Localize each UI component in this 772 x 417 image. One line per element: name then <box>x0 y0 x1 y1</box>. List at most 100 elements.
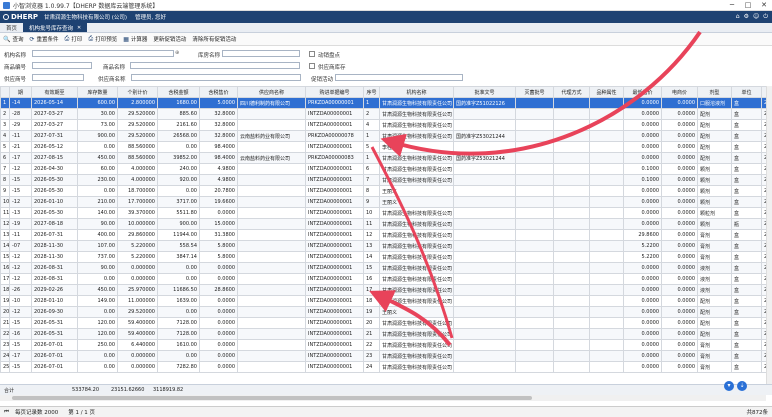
table-cell[interactable] <box>515 251 554 263</box>
table-cell[interactable] <box>453 350 516 362</box>
table-cell[interactable]: INTZDA00000001 <box>305 119 364 131</box>
table-cell[interactable]: 盒 <box>731 196 762 208</box>
table-cell[interactable] <box>515 174 554 186</box>
supplier-name-input[interactable] <box>131 74 301 81</box>
table-cell[interactable]: 240.00 <box>157 163 200 175</box>
table-cell[interactable] <box>453 108 516 120</box>
table-cell[interactable]: 0.0000 <box>199 361 238 373</box>
table-cell[interactable]: 云南盐料药业有限公司 <box>237 130 306 142</box>
table-cell[interactable]: 0.00 <box>77 306 118 318</box>
table-cell[interactable] <box>553 163 590 175</box>
table-cell[interactable]: -10 <box>9 295 32 307</box>
minimize-icon[interactable]: ─ <box>724 1 740 9</box>
table-cell[interactable]: 3847.14 <box>157 251 200 263</box>
table-cell[interactable]: 0.0000 <box>623 317 662 329</box>
table-cell[interactable] <box>453 262 516 274</box>
table-cell[interactable]: 2027-08-18 <box>31 218 78 230</box>
table-cell[interactable]: 98.4000 <box>199 152 238 164</box>
table-cell[interactable]: 0.0000 <box>661 207 698 219</box>
table-row[interactable]: 1 -14 2026-05-14 600.00 2.800000 1680.00 5.000… <box>0 97 772 109</box>
table-cell[interactable]: 11.000000 <box>117 295 158 307</box>
table-cell[interactable]: 配剂 <box>697 317 732 329</box>
table-cell[interactable]: -15 <box>9 361 32 373</box>
table-cell[interactable]: INTZDA00000001 <box>305 273 364 285</box>
table-cell[interactable] <box>589 218 624 230</box>
table-cell[interactable] <box>589 328 624 340</box>
table-cell[interactable] <box>237 196 306 208</box>
table-cell[interactable]: 甘肃润源生物科技有限责任公司 <box>379 251 454 263</box>
table-cell[interactable]: 6 <box>0 152 10 164</box>
column-header[interactable]: 最低售价 <box>623 86 662 98</box>
table-cell[interactable]: 颗粒剂 <box>697 207 732 219</box>
table-cell[interactable]: INTZDA00000001 <box>305 174 364 186</box>
tab-home[interactable]: 首页 <box>0 23 23 32</box>
table-cell[interactable]: 甘肃润源生物科技有限责任公司 <box>379 130 454 142</box>
table-row[interactable]: 23 -15 2026-07-01 250.00 6.440000 1610.00 0.00… <box>0 339 772 351</box>
table-row[interactable]: 4 -11 2027-07-31 900.00 29.520000 26568.00 32.… <box>0 130 772 142</box>
table-cell[interactable]: INTZDA00000001 <box>305 196 364 208</box>
table-row[interactable]: 11 -13 2026-05-30 140.00 39.370000 5511.80 0.0… <box>0 207 772 219</box>
table-cell[interactable]: -14 <box>9 97 32 109</box>
table-cell[interactable]: 2026-08-31 <box>31 273 78 285</box>
table-cell[interactable]: 88.560000 <box>117 152 158 164</box>
table-cell[interactable] <box>515 141 554 153</box>
table-cell[interactable]: 配剂 <box>697 130 732 142</box>
table-cell[interactable]: 18 <box>0 284 10 296</box>
table-cell[interactable]: -16 <box>9 328 32 340</box>
table-cell[interactable]: 2026-05-31 <box>31 317 78 329</box>
table-cell[interactable]: 甘肃润源生物科技有限责任公司 <box>379 207 454 219</box>
table-cell[interactable]: 18 <box>363 295 380 307</box>
table-cell[interactable] <box>553 273 590 285</box>
table-cell[interactable]: 2026-07-01 <box>31 361 78 373</box>
table-cell[interactable]: 0.0000 <box>623 108 662 120</box>
table-cell[interactable]: 5.8000 <box>199 251 238 263</box>
table-cell[interactable]: 5.220000 <box>117 251 158 263</box>
table-cell[interactable]: 盒 <box>731 130 762 142</box>
table-cell[interactable]: 甘肃润源生物科技有限责任公司 <box>379 229 454 241</box>
table-cell[interactable]: 5511.80 <box>157 207 200 219</box>
table-cell[interactable]: -15 <box>9 185 32 197</box>
table-cell[interactable] <box>515 130 554 142</box>
table-cell[interactable]: 0.00 <box>157 273 200 285</box>
table-cell[interactable]: 5.220000 <box>117 240 158 252</box>
table-cell[interactable] <box>453 295 516 307</box>
table-cell[interactable]: 0.00 <box>77 185 118 197</box>
reset-button[interactable]: ⟳ 重置条件 <box>30 35 59 44</box>
table-cell[interactable] <box>515 108 554 120</box>
table-cell[interactable]: -12 <box>9 196 32 208</box>
table-cell[interactable]: 0.0000 <box>623 218 662 230</box>
table-cell[interactable]: 11944.00 <box>157 229 200 241</box>
table-cell[interactable]: 60.00 <box>77 163 118 175</box>
table-cell[interactable] <box>453 185 516 197</box>
table-cell[interactable]: 7128.00 <box>157 328 200 340</box>
table-cell[interactable]: 2028-01-10 <box>31 295 78 307</box>
table-cell[interactable]: 29.520000 <box>117 108 158 120</box>
table-cell[interactable]: 盒 <box>731 141 762 153</box>
table-cell[interactable]: 0.0000 <box>623 130 662 142</box>
table-cell[interactable]: 15.0000 <box>199 218 238 230</box>
table-cell[interactable]: INTZDA00000001 <box>305 306 364 318</box>
table-cell[interactable]: 12 <box>363 229 380 241</box>
table-cell[interactable]: 甘肃润源生物科技有限责任公司 <box>379 152 454 164</box>
supplier-stock-checkbox[interactable] <box>309 63 315 69</box>
table-cell[interactable]: 膏剂 <box>697 339 732 351</box>
table-cell[interactable]: 0.0000 <box>199 306 238 318</box>
table-cell[interactable] <box>453 240 516 252</box>
table-cell[interactable]: 0.0000 <box>661 251 698 263</box>
table-cell[interactable]: 国药准字Z53021244 <box>453 152 516 164</box>
table-cell[interactable]: 0.1000 <box>623 163 662 175</box>
table-cell[interactable] <box>553 251 590 263</box>
vertical-scrollbar[interactable] <box>766 86 772 384</box>
table-cell[interactable]: 19.6600 <box>199 196 238 208</box>
table-cell[interactable]: 瓶 <box>731 218 762 230</box>
table-cell[interactable]: 四川德利制药有限公司 <box>237 97 306 109</box>
org-name-input[interactable] <box>32 50 174 57</box>
table-cell[interactable]: 0.00 <box>77 350 118 362</box>
scroll-down-icon[interactable]: ▾ <box>724 381 734 391</box>
dynamic-check-checkbox[interactable] <box>309 51 315 57</box>
table-cell[interactable]: 0.0000 <box>661 229 698 241</box>
table-cell[interactable]: 盒 <box>731 240 762 252</box>
table-cell[interactable]: 17.700000 <box>117 196 158 208</box>
table-cell[interactable]: INTZDA00000001 <box>305 240 364 252</box>
table-cell[interactable] <box>553 97 590 109</box>
